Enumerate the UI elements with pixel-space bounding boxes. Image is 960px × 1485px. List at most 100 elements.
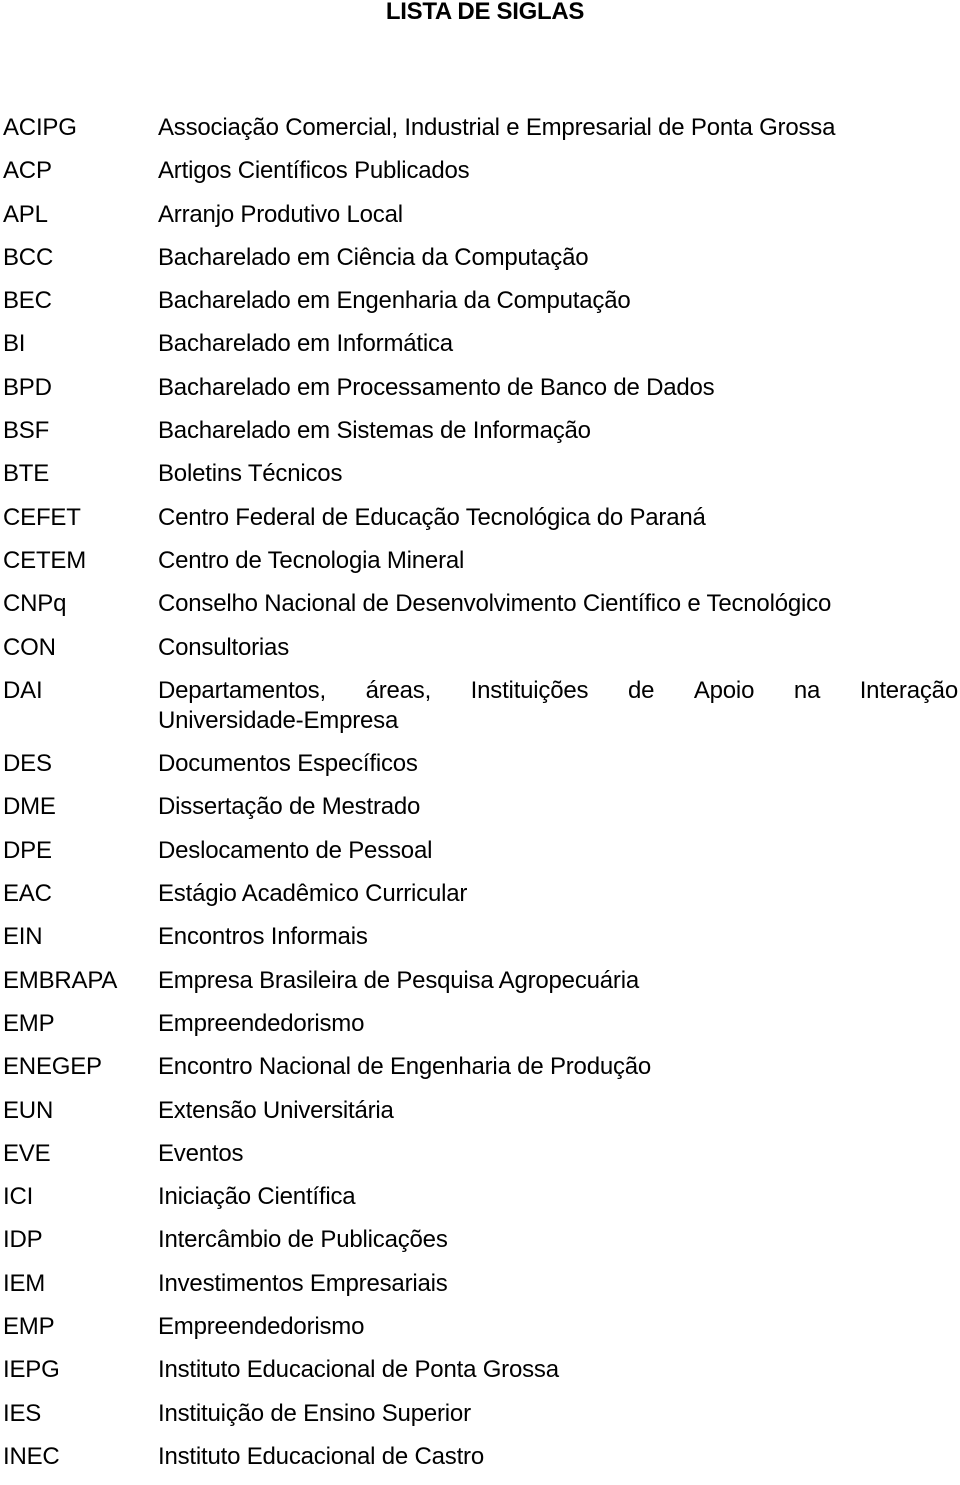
acronym: CETEM — [3, 546, 87, 574]
acronym-row: DES Documentos Específicos — [3, 749, 958, 792]
acronym: APL — [3, 200, 48, 228]
acronym-description: Artigos Científicos Publicados — [158, 157, 470, 185]
acronym: EAC — [3, 880, 52, 908]
acronym: EMP — [3, 1313, 55, 1341]
acronym-description: Arranjo Produtivo Local — [158, 200, 403, 228]
acronym: EVE — [3, 1139, 51, 1167]
acronym: DPE — [3, 836, 52, 864]
word: áreas, — [365, 676, 432, 704]
acronym: IDP — [3, 1226, 43, 1254]
acronym-list: ACIPG Associação Comercial, Industrial e… — [3, 113, 958, 1485]
acronym-row: EMP Empreendedorismo — [3, 1009, 958, 1052]
acronym-row: EMP Empreendedorismo — [3, 1312, 958, 1355]
acronym-description: Conselho Nacional de Desenvolvimento Cie… — [158, 590, 832, 618]
word: Interação — [859, 676, 958, 704]
acronym-row: BI Bacharelado em Informática — [3, 329, 958, 372]
acronym-description: Associação Comercial, Industrial e Empre… — [158, 114, 836, 141]
acronym: DME — [3, 793, 56, 821]
acronym: ACP — [3, 157, 52, 185]
acronym-description: Instituto Educacional de Ponta Grossa — [158, 1356, 559, 1384]
acronym-row: DPE Deslocamento de Pessoal — [3, 836, 958, 879]
acronym: INEC — [3, 1442, 60, 1470]
acronym: EMBRAPA — [3, 966, 118, 994]
acronym-description: Bacharelado em Processamento de Banco de… — [158, 373, 715, 401]
acronym-row: ACP Artigos Científicos Publicados — [3, 156, 958, 199]
acronym: BI — [3, 330, 26, 358]
acronym-description: Eventos — [158, 1139, 244, 1167]
acronym-description: Documentos Específicos — [158, 750, 418, 778]
word: Departamentos, — [158, 676, 326, 704]
acronym-description: Instituição de Ensino Superior — [158, 1399, 471, 1427]
acronym: IEPG — [3, 1356, 60, 1384]
acronym-row: CEFET Centro Federal de Educação Tecnoló… — [3, 503, 958, 546]
acronym-description: Investimentos Empresariais — [158, 1269, 448, 1297]
acronym-description: Dissertação de Mestrado — [158, 793, 421, 821]
acronym-row: BEC Bacharelado em Engenharia da Computa… — [3, 286, 958, 329]
acronym-row: INEC Instituto Educacional de Castro — [3, 1442, 958, 1485]
acronym-row: APL Arranjo Produtivo Local — [3, 200, 958, 243]
acronym: BTE — [3, 460, 50, 488]
acronym: IEM — [3, 1269, 46, 1297]
acronym: CON — [3, 633, 56, 661]
acronym: CNPq — [3, 590, 67, 618]
acronym-description: Centro de Tecnologia Mineral — [158, 546, 465, 574]
acronym: BEC — [3, 287, 52, 315]
acronym: ACIPG — [3, 114, 77, 141]
acronym-row: BSF Bacharelado em Sistemas de Informaçã… — [3, 416, 958, 459]
acronym-row: IDP Intercâmbio de Publicações — [3, 1225, 958, 1268]
acronym-row: BCC Bacharelado em Ciência da Computação — [3, 243, 958, 286]
word: Apoio — [693, 676, 755, 704]
acronym: IES — [3, 1399, 42, 1427]
acronym: DES — [3, 750, 52, 778]
acronym-row: ICI Iniciação Científica — [3, 1182, 958, 1225]
acronym-description: Bacharelado em Sistemas de Informação — [158, 417, 591, 445]
acronym-description: Centro Federal de Educação Tecnológica d… — [158, 503, 706, 531]
acronym-row: EAC Estágio Acadêmico Curricular — [3, 879, 958, 922]
acronym-row: EUN Extensão Universitária — [3, 1096, 958, 1139]
acronym-description: Extensão Universitária — [158, 1096, 394, 1124]
acronym-row: BPD Bacharelado em Processamento de Banc… — [3, 373, 958, 416]
acronym-row: EVE Eventos — [3, 1139, 958, 1182]
acronym: EUN — [3, 1096, 54, 1124]
acronym-description: Encontro Nacional de Engenharia de Produ… — [158, 1053, 652, 1081]
acronym-description: Departamentos, áreas, Instituições de Ap… — [158, 676, 958, 736]
acronym: ENEGEP — [3, 1053, 102, 1081]
acronym: ICI — [3, 1183, 34, 1211]
acronym-description: Bacharelado em Engenharia da Computação — [158, 287, 631, 315]
acronym-row: CNPq Conselho Nacional de Desenvolviment… — [3, 589, 958, 632]
acronym-row: ENEGEP Encontro Nacional de Engenharia d… — [3, 1052, 958, 1095]
acronym-description: Bacharelado em Ciência da Computação — [158, 243, 589, 271]
word: de — [627, 676, 655, 704]
acronym-row: IEM Investimentos Empresariais — [3, 1269, 958, 1312]
acronym-row: CETEM Centro de Tecnologia Mineral — [3, 546, 958, 589]
acronym-description: Boletins Técnicos — [158, 460, 343, 488]
acronym-row: EIN Encontros Informais — [3, 922, 958, 965]
acronym-description: Empreendedorismo — [158, 1009, 365, 1037]
acronym-description: Empresa Brasileira de Pesquisa Agropecuá… — [158, 966, 639, 994]
word: Instituições — [470, 676, 589, 704]
acronym-row: CON Consultorias — [3, 633, 958, 676]
acronym-description: Bacharelado em Informática — [158, 330, 453, 358]
acronym: BCC — [3, 243, 54, 271]
acronym-row: BTE Boletins Técnicos — [3, 459, 958, 502]
acronym-description: Empreendedorismo — [158, 1313, 365, 1341]
acronym-row: DAI Departamentos, áreas, Instituições d… — [3, 676, 958, 749]
acronym-description: Iniciação Científica — [158, 1183, 356, 1211]
acronym-description: Intercâmbio de Publicações — [158, 1226, 448, 1254]
acronym-row: IES Instituição de Ensino Superior — [3, 1399, 958, 1442]
acronym: DAI — [3, 676, 43, 704]
acronym-description: Encontros Informais — [158, 923, 368, 951]
acronym-row: EMBRAPA Empresa Brasileira de Pesquisa A… — [3, 966, 958, 1009]
acronym-description: Instituto Educacional de Castro — [158, 1442, 484, 1470]
acronym-row: ACIPG Associação Comercial, Industrial e… — [3, 113, 958, 156]
acronym-description: Estágio Acadêmico Curricular — [158, 880, 468, 908]
acronym: EMP — [3, 1009, 55, 1037]
acronym: CEFET — [3, 503, 81, 531]
word: na — [793, 676, 821, 704]
page-title: LISTA DE SIGLAS — [385, 0, 585, 25]
acronym: BSF — [3, 417, 50, 445]
acronym-description: Deslocamento de Pessoal — [158, 836, 433, 864]
acronym-row: IEPG Instituto Educacional de Ponta Gros… — [3, 1355, 958, 1398]
description-line-2: Universidade-Empresa — [158, 706, 399, 734]
acronym: BPD — [3, 373, 52, 401]
